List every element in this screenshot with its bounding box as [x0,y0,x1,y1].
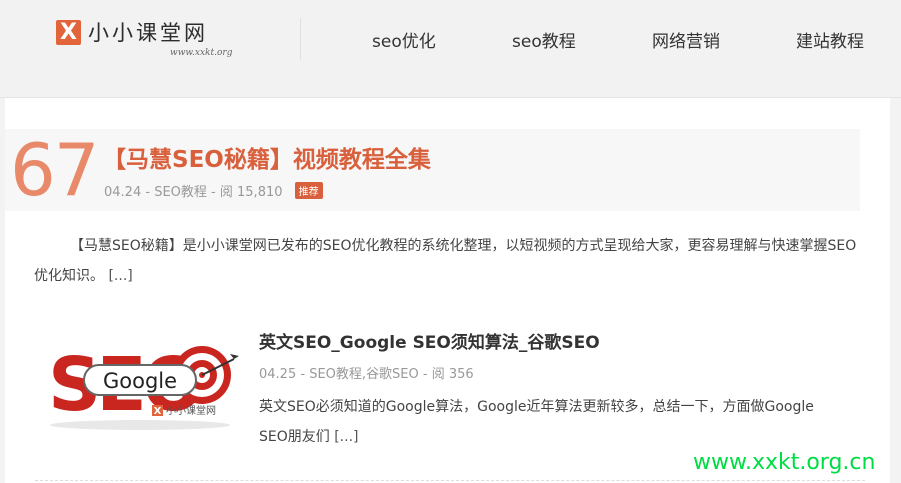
post-date: 04.25 [259,367,297,382]
nav-item-site-building[interactable]: 建站教程 [796,27,864,52]
thumb-brand-text: 小小课堂网 [166,405,216,417]
site-watermark: www.xxkt.org.cn [693,450,876,475]
logo-text: 小小课堂网 [88,21,208,45]
recommended-badge: 推荐 [294,182,323,199]
featured-post-title[interactable]: 【马慧SEO秘籍】视频教程全集 [103,140,431,174]
site-header: X 小小课堂网 www.xxkt.org seo优化 seo教程 网络营销 建站… [0,0,901,98]
seo-target-image: SEO Google X 小小课堂网 [48,342,239,430]
thumb-google-text: Google [103,369,177,393]
featured-post-meta: 04.24 - SEO教程 - 阅 15,810 推荐 [104,181,323,200]
featured-post-number: 67 [10,128,100,212]
featured-post-header: 67 【马慧SEO秘籍】视频教程全集 04.24 - SEO教程 - 阅 15,… [5,128,860,212]
post-excerpt: 英文SEO必须知道的Google算法，Google近年算法更新较多，总结一下，方… [259,392,844,452]
nav-item-seo-optimization[interactable]: seo优化 [372,27,436,52]
featured-post-date: 04.24 [104,185,142,200]
post-meta: 04.25 - SEO教程,谷歌SEO - 阅 356 [259,367,474,382]
featured-post-excerpt-text: 【马慧SEO秘籍】是小小课堂网已发布的SEO优化教程的系统化整理，以短视频的方式… [34,238,857,284]
post-category[interactable]: SEO教程,谷歌SEO [309,367,419,382]
featured-post-views-label: 阅 [219,185,233,200]
post-divider [35,480,865,481]
header-divider [300,18,301,60]
featured-post-read-more-link[interactable]: [...] [108,268,132,284]
logo-subtext: www.xxkt.org [170,48,233,58]
featured-post-excerpt: 【马慧SEO秘籍】是小小课堂网已发布的SEO优化教程的系统化整理，以短视频的方式… [34,231,864,291]
post-read-more-link[interactable]: [...] [334,429,358,445]
post-title[interactable]: 英文SEO_Google SEO须知算法_谷歌SEO [259,328,600,353]
main-nav: seo优化 seo教程 网络营销 建站教程 [330,0,901,78]
featured-post-views: 15,810 [237,185,283,200]
logo-x-icon: X [56,20,81,45]
post-views: 356 [448,367,474,382]
nav-item-seo-tutorial[interactable]: seo教程 [512,27,576,52]
featured-post-category[interactable]: SEO教程 [154,185,207,200]
post-thumbnail[interactable]: SEO Google X 小小课堂网 [40,325,240,435]
post-views-label: 阅 [431,367,445,382]
main-content: 67 【马慧SEO秘籍】视频教程全集 04.24 - SEO教程 - 阅 15,… [5,98,890,483]
svg-text:X: X [154,406,162,417]
site-logo[interactable]: X 小小课堂网 www.xxkt.org [56,18,246,64]
nav-item-network-marketing[interactable]: 网络营销 [652,27,720,52]
